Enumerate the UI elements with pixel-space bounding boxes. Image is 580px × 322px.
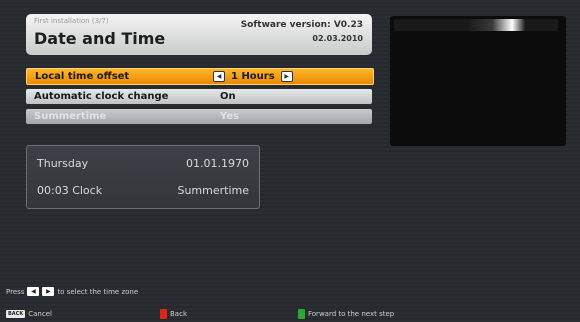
setting-value: 1 Hours xyxy=(231,71,275,82)
setting-local-time-offset[interactable]: Local time offset ◀ 1 Hours ▶ xyxy=(26,68,374,85)
setting-label: Local time offset xyxy=(35,71,130,82)
arrow-right-icon[interactable]: ▶ xyxy=(280,71,293,82)
software-version: Software version: V0.23 xyxy=(240,20,363,30)
setting-value-stepper[interactable]: ◀ 1 Hours ▶ xyxy=(213,69,293,84)
panel-date: 01.01.1970 xyxy=(186,157,249,170)
setting-value: On xyxy=(220,91,236,102)
page-title: Date and Time xyxy=(34,29,166,48)
back-hint[interactable]: Back xyxy=(160,308,187,320)
navigation-hint: Press ◀ ▶ to select the time zone xyxy=(6,287,138,296)
arrow-right-icon: ▶ xyxy=(42,287,55,296)
tv-preview xyxy=(390,16,566,146)
arrow-left-icon: ◀ xyxy=(27,287,40,296)
back-key-icon: BACK xyxy=(6,310,26,318)
forward-label: Forward to the next step xyxy=(308,310,395,318)
forward-hint[interactable]: Forward to the next step xyxy=(298,308,394,320)
arrow-left-icon[interactable]: ◀ xyxy=(213,71,225,82)
setting-summertime: Summertime Yes xyxy=(26,109,372,124)
setting-value: Yes xyxy=(220,111,240,122)
clock-time: 00:03 Clock xyxy=(37,184,103,197)
red-key-icon xyxy=(160,309,167,319)
hint-suffix: to select the time zone xyxy=(57,287,139,296)
setting-label: Summertime xyxy=(34,111,107,122)
back-label: Back xyxy=(170,310,187,318)
cancel-label: Cancel xyxy=(28,310,52,318)
setting-automatic-clock-change[interactable]: Automatic clock change On xyxy=(26,89,372,104)
installation-step: First installation (3/7) xyxy=(34,17,109,25)
preview-banner xyxy=(394,19,558,31)
cancel-hint[interactable]: BACK Cancel xyxy=(6,308,52,320)
hint-prefix: Press xyxy=(6,287,25,296)
title-bar: First installation (3/7) Date and Time S… xyxy=(26,14,372,55)
green-key-icon xyxy=(298,309,305,319)
setting-label: Automatic clock change xyxy=(34,91,169,102)
clock-mode: Summertime xyxy=(177,184,249,197)
weekday: Thursday xyxy=(37,157,89,170)
datetime-info-panel: Thursday 01.01.1970 00:03 Clock Summerti… xyxy=(26,145,260,209)
current-date: 02.03.2010 xyxy=(312,34,363,43)
